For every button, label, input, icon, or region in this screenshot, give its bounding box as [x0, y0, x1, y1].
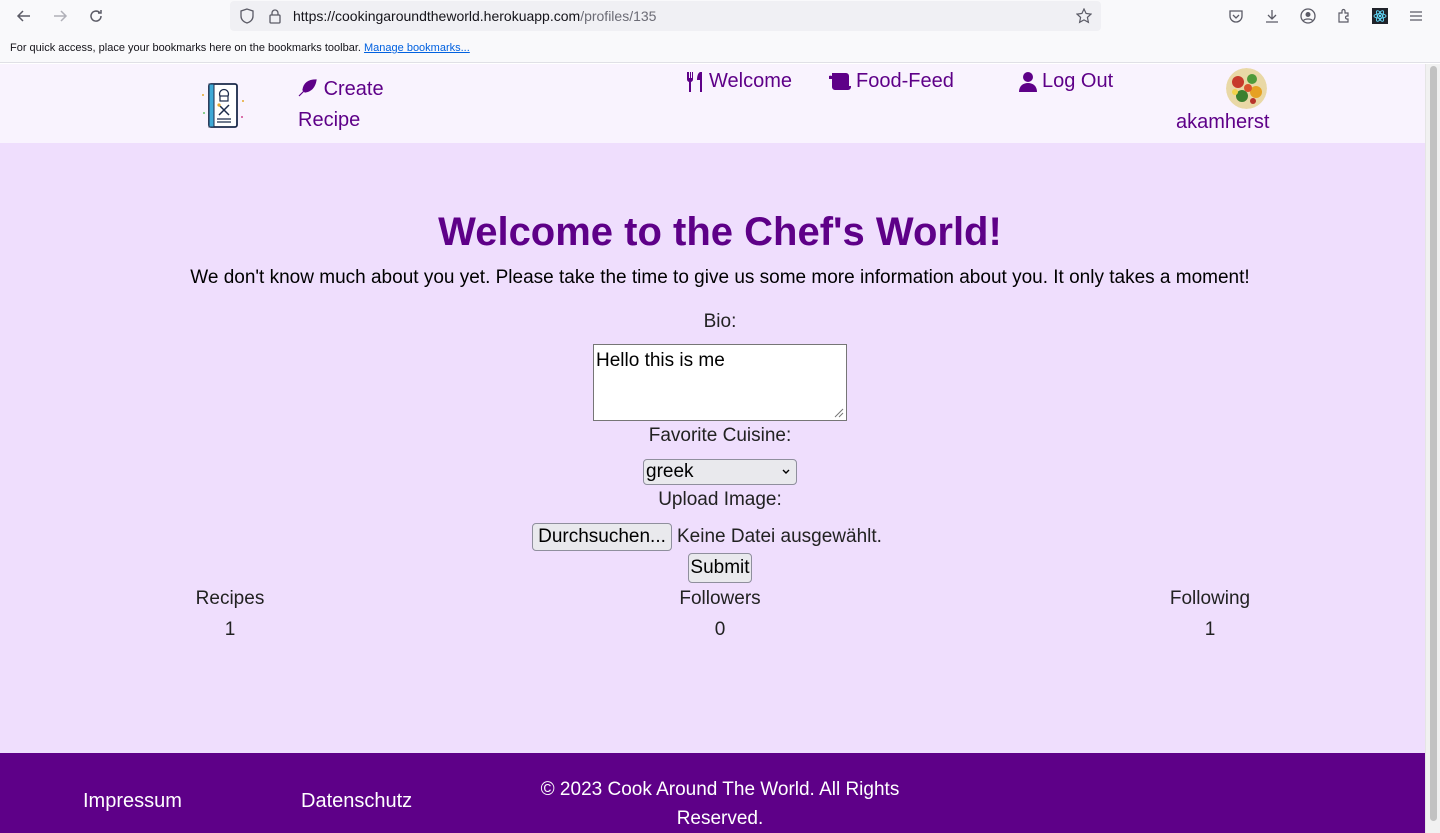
url-path: /profiles/135	[580, 8, 657, 24]
bio-textarea[interactable]: Hello this is me	[593, 344, 847, 421]
username[interactable]: akamherst	[1176, 111, 1269, 134]
datenschutz-link[interactable]: Datenschutz	[301, 790, 412, 813]
feather-icon	[298, 79, 317, 97]
impressum-link[interactable]: Impressum	[83, 790, 182, 813]
page-title: Welcome to the Chef's World!	[438, 210, 1002, 254]
site-footer: Impressum Datenschutz © 2023 Cook Around…	[0, 753, 1425, 833]
stat-recipes[interactable]: Recipes 1	[160, 588, 300, 641]
cuisine-selected-value: greek	[646, 461, 694, 482]
create-recipe-link[interactable]: Create Recipe	[298, 74, 408, 136]
site-header: Create Recipe Welcome Food-Feed Log Out	[0, 64, 1425, 143]
bookmark-star-icon[interactable]	[1075, 7, 1093, 25]
stat-following-label: Following	[1169, 588, 1251, 609]
utensils-icon	[686, 71, 702, 92]
download-icon[interactable]	[1261, 5, 1283, 27]
account-icon[interactable]	[1297, 5, 1319, 27]
scrollbar-thumb[interactable]	[1430, 66, 1437, 821]
bio-value: Hello this is me	[596, 350, 725, 371]
bookmarks-bar: For quick access, place your bookmarks h…	[0, 32, 1440, 63]
nav-log-out-label: Log Out	[1042, 70, 1114, 92]
stat-recipes-value: 1	[224, 619, 236, 640]
nav-food-feed-label: Food-Feed	[856, 70, 954, 92]
resize-grip-icon[interactable]	[834, 408, 844, 418]
url-text[interactable]: https://cookingaroundtheworld.herokuapp.…	[293, 8, 656, 24]
browse-file-button[interactable]: Durchsuchen...	[532, 523, 672, 551]
reload-icon[interactable]	[84, 4, 108, 28]
manage-bookmarks-link[interactable]: Manage bookmarks...	[364, 42, 470, 54]
url-bar[interactable]: https://cookingaroundtheworld.herokuapp.…	[230, 1, 1101, 31]
nav-welcome[interactable]: Welcome	[685, 70, 792, 93]
stat-followers[interactable]: Followers 0	[650, 588, 790, 641]
react-devtools-icon[interactable]	[1369, 5, 1391, 27]
vertical-scrollbar[interactable]	[1425, 64, 1440, 833]
upload-label: Upload Image:	[658, 489, 782, 510]
stat-recipes-label: Recipes	[195, 588, 265, 609]
file-status-text: Keine Datei ausgewählt.	[677, 526, 882, 547]
chef-logo-icon[interactable]	[200, 81, 246, 131]
back-arrow-icon[interactable]	[12, 4, 36, 28]
bio-label: Bio:	[703, 311, 737, 332]
url-domain: https://cookingaroundtheworld.herokuapp.…	[293, 8, 581, 24]
submit-button[interactable]: Submit	[688, 553, 752, 583]
menu-icon[interactable]	[1405, 5, 1427, 27]
stat-followers-label: Followers	[679, 588, 761, 609]
lock-icon[interactable]	[266, 7, 284, 25]
nav-welcome-label: Welcome	[709, 70, 792, 92]
intro-text: We don't know much about you yet. Please…	[190, 267, 1250, 288]
scroll-icon	[829, 72, 851, 90]
bookmarks-hint: For quick access, place your bookmarks h…	[10, 42, 361, 54]
bookmarks-message: For quick access, place your bookmarks h…	[10, 42, 470, 54]
extensions-icon[interactable]	[1333, 5, 1355, 27]
page-content: Create Recipe Welcome Food-Feed Log Out	[0, 64, 1425, 833]
stat-followers-value: 0	[714, 619, 726, 640]
nav-food-feed[interactable]: Food-Feed	[828, 70, 954, 93]
forward-arrow-icon[interactable]	[48, 4, 72, 28]
shield-icon[interactable]	[238, 7, 256, 25]
cuisine-select[interactable]: greek	[643, 459, 797, 485]
avatar[interactable]	[1226, 68, 1267, 109]
chevron-down-icon	[782, 469, 790, 474]
user-icon	[1019, 71, 1037, 92]
copyright-text: © 2023 Cook Around The World. All Rights…	[540, 779, 900, 829]
stat-following-value: 1	[1204, 619, 1216, 640]
browser-toolbar: https://cookingaroundtheworld.herokuapp.…	[0, 0, 1440, 32]
nav-log-out[interactable]: Log Out	[1018, 70, 1113, 93]
stat-following[interactable]: Following 1	[1140, 588, 1280, 641]
pocket-icon[interactable]	[1225, 5, 1247, 27]
cuisine-label: Favorite Cuisine:	[648, 425, 792, 446]
